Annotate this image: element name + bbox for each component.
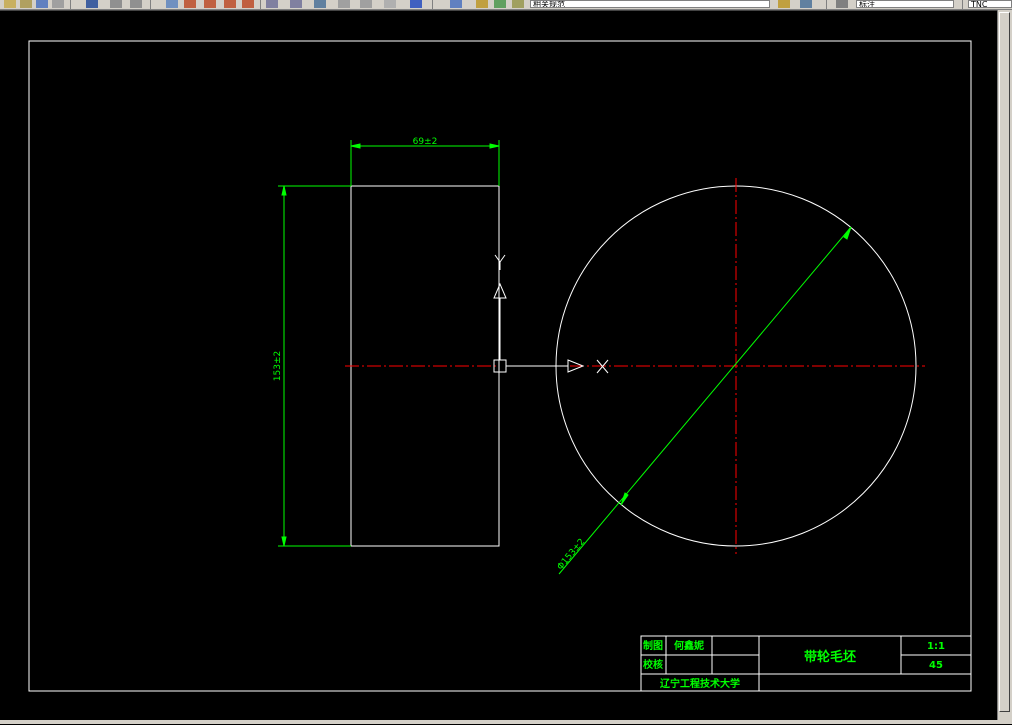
vertical-scrollbar[interactable] — [997, 10, 1012, 720]
markup-icon[interactable] — [360, 0, 372, 8]
sheet-set-icon[interactable] — [338, 0, 350, 8]
ucs-y-axis-icon — [494, 254, 506, 270]
make-object-layer-current-icon[interactable] — [778, 0, 790, 8]
tool-palettes-icon[interactable] — [314, 0, 326, 8]
height-dimension — [278, 185, 351, 547]
layer-lock-icon[interactable] — [512, 0, 524, 8]
material-value: 45 — [929, 660, 943, 671]
style-dropdown[interactable]: 标注 — [856, 0, 954, 8]
standard-toolbar: 相关规范 标注 TNC — [0, 0, 1012, 10]
style-dropdown-label: 标注 — [859, 0, 875, 8]
dropdown-icon[interactable] — [130, 0, 142, 8]
diameter-dimension-text: Φ153±2 — [556, 537, 588, 572]
new-file-icon[interactable] — [4, 0, 16, 8]
layer-manager-icon[interactable] — [450, 0, 462, 8]
height-dimension-text: 153±2 — [273, 351, 283, 381]
layer-visibility-icon[interactable] — [494, 0, 506, 8]
checked-by-label: 校核 — [643, 658, 663, 671]
save-icon[interactable] — [36, 0, 48, 8]
center-lines — [345, 178, 925, 554]
quickcalc-icon[interactable] — [384, 0, 396, 8]
school-name: 辽宁工程技术大学 — [660, 677, 740, 690]
drawn-by-label: 制图 — [643, 639, 663, 652]
zoom-previous-icon[interactable] — [224, 0, 236, 8]
extra-dropdown-label: TNC — [971, 0, 988, 8]
pan-icon[interactable] — [166, 0, 178, 8]
drawing-canvas: 69±2 153±2 Φ153±2 制图 何鑫妮 校核 带轮毛坯 1:1 45 … — [28, 40, 972, 692]
vertical-scrollbar-thumb[interactable] — [999, 12, 1010, 712]
extra-dropdown[interactable]: TNC — [968, 0, 1012, 8]
layer-previous-icon[interactable] — [800, 0, 812, 8]
drawn-by-name: 何鑫妮 — [674, 639, 704, 652]
redo-icon[interactable] — [110, 0, 122, 8]
zoom-extents-icon[interactable] — [242, 0, 254, 8]
zoom-realtime-icon[interactable] — [184, 0, 196, 8]
design-center-icon[interactable] — [290, 0, 302, 8]
layer-dropdown[interactable]: 相关规范 — [530, 0, 770, 8]
horizontal-scrollbar[interactable] — [0, 720, 1012, 724]
undo-icon[interactable] — [86, 0, 98, 8]
part-name: 带轮毛坯 — [804, 649, 856, 665]
zoom-window-icon[interactable] — [204, 0, 216, 8]
scale-value: 1:1 — [927, 641, 945, 652]
properties-icon[interactable] — [266, 0, 278, 8]
style-icon[interactable] — [836, 0, 848, 8]
width-dimension-text: 69±2 — [413, 137, 438, 147]
open-file-icon[interactable] — [20, 0, 32, 8]
print-icon[interactable] — [52, 0, 64, 8]
layer-state-icon[interactable] — [476, 0, 488, 8]
help-icon[interactable] — [410, 0, 422, 8]
model-space-viewport[interactable]: 69±2 153±2 Φ153±2 制图 何鑫妮 校核 带轮毛坯 1:1 45 … — [0, 10, 998, 721]
diameter-dimension — [558, 226, 852, 575]
layer-dropdown-label: 相关规范 — [533, 0, 565, 8]
